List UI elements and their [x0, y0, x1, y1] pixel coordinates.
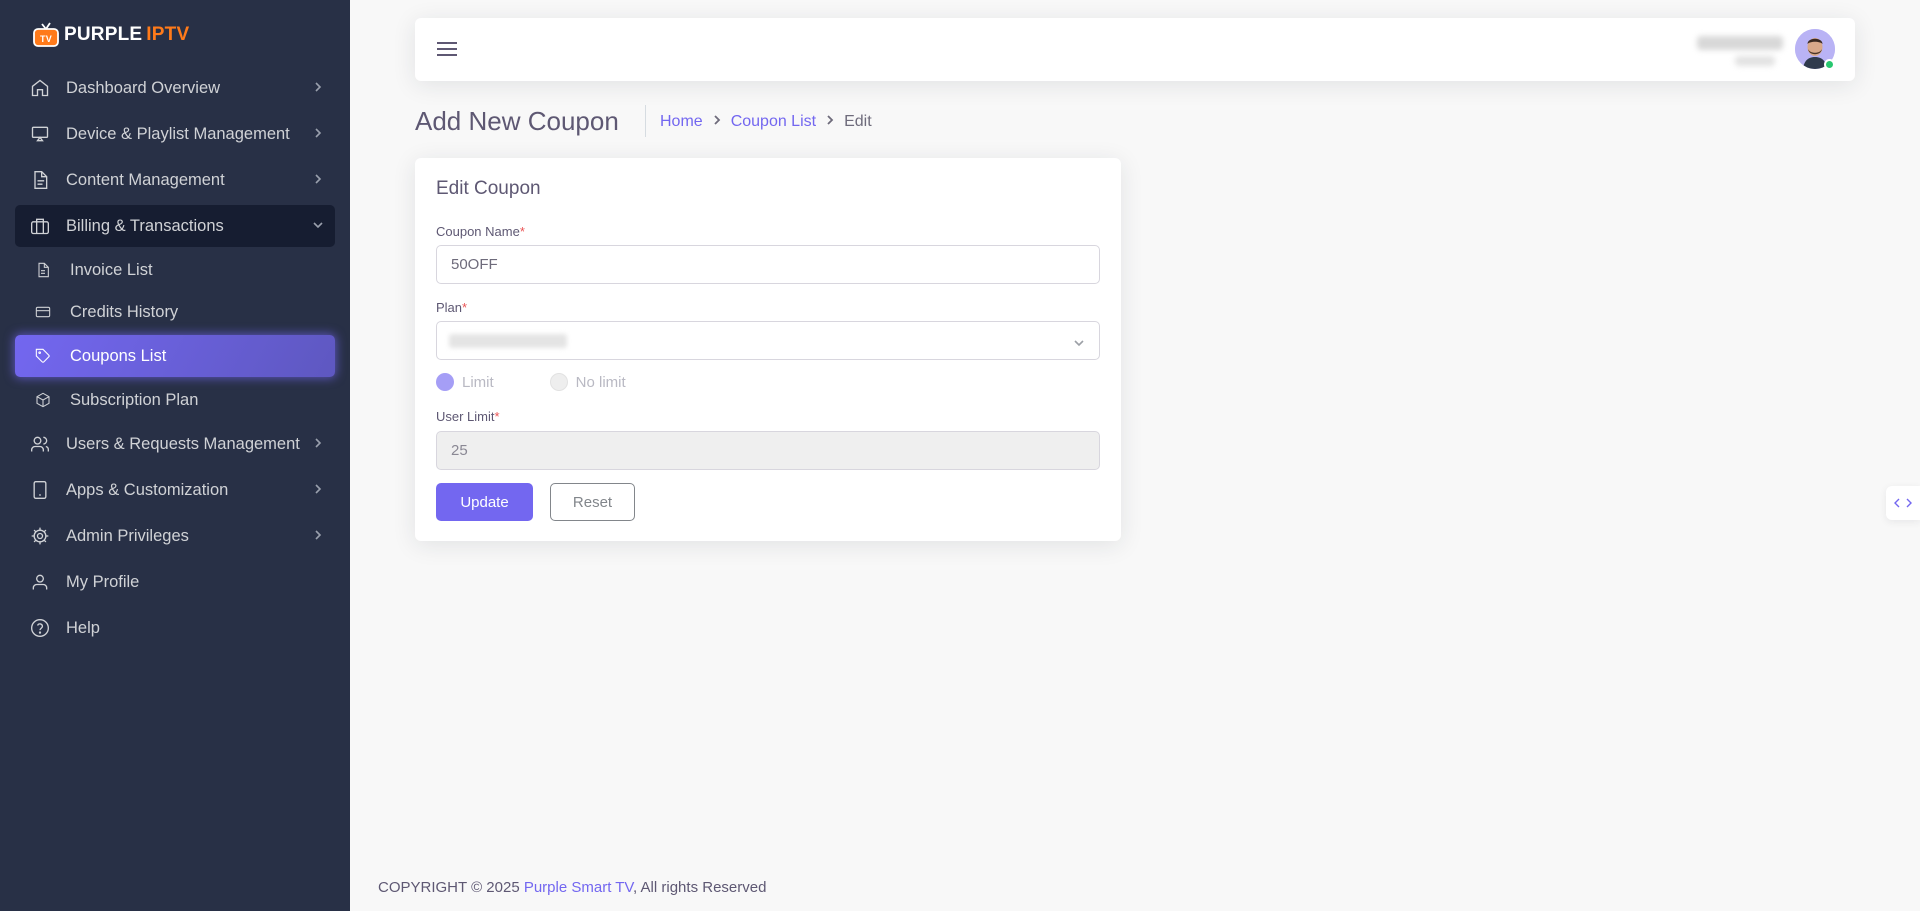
sidebar-subitem-credits-history[interactable]: Credits History	[15, 293, 335, 331]
footer: COPYRIGHT © 2025 Purple Smart TV, All ri…	[378, 879, 766, 896]
sidebar-item-label: Device & Playlist Management	[66, 124, 290, 143]
plan-select-value-redacted	[449, 334, 567, 348]
title-divider	[645, 105, 646, 137]
breadcrumb-coupon-list[interactable]: Coupon List	[731, 113, 816, 131]
home-icon	[29, 77, 51, 99]
radio-limit-selected[interactable]	[436, 373, 454, 391]
user-icon	[29, 571, 51, 593]
sidebar-item-label: Dashboard Overview	[66, 78, 221, 97]
required-mark: *	[519, 224, 525, 239]
required-mark: *	[462, 300, 468, 315]
briefcase-icon	[29, 215, 51, 237]
code-icon	[1894, 498, 1912, 508]
users-icon	[29, 433, 51, 455]
svg-text:TV: TV	[40, 34, 52, 44]
settings-icon	[29, 525, 51, 547]
plan-label: Plan*	[436, 300, 467, 315]
sidebar-item-label: Apps & Customization	[66, 480, 229, 499]
coupon-name-label-text: Coupon Name	[436, 224, 520, 239]
sidebar-item-label: Admin Privileges	[66, 526, 189, 545]
breadcrumb-current: Edit	[844, 113, 872, 130]
sidebar-subitem-label: Credits History	[70, 302, 179, 321]
radio-limit-label: Limit	[462, 373, 494, 391]
sidebar-item-dashboard-overview[interactable]: Dashboard Overview	[15, 67, 335, 109]
file-icon	[34, 261, 52, 279]
plan-select[interactable]	[436, 321, 1100, 360]
chevron-down-icon	[311, 218, 325, 232]
chevron-right-icon	[311, 126, 325, 140]
sidebar-item-label: Users & Requests Management	[66, 434, 300, 453]
online-status-dot	[1824, 59, 1835, 70]
chevron-right-icon	[311, 528, 325, 542]
sidebar-subitem-subscription-plan[interactable]: Subscription Plan	[15, 381, 335, 419]
radio-limit[interactable]: Limit	[436, 373, 494, 391]
chevron-right-icon	[311, 436, 325, 450]
sidebar-subitem-invoice-list[interactable]: Invoice List	[15, 251, 335, 289]
sidebar-item-device-playlist-management[interactable]: Device & Playlist Management	[15, 113, 335, 155]
plan-label-text: Plan	[436, 300, 463, 315]
sidebar-nav: Dashboard Overview Device & Playlist Man…	[15, 67, 335, 653]
sidebar-item-label: Help	[66, 618, 100, 637]
sidebar-subitem-label: Coupons List	[70, 346, 167, 365]
sidebar-item-content-management[interactable]: Content Management	[15, 159, 335, 201]
sidebar-item-apps-customization[interactable]: Apps & Customization	[15, 469, 335, 511]
radio-no-limit-label: No limit	[575, 373, 626, 391]
breadcrumb-home[interactable]: Home	[660, 113, 703, 131]
coupon-name-input[interactable]	[436, 245, 1100, 284]
limit-radio-group: Limit No limit	[436, 373, 682, 391]
sidebar-subitem-label: Invoice List	[70, 260, 153, 279]
sidebar-item-users-requests-management[interactable]: Users & Requests Management	[15, 423, 335, 465]
top-navbar	[415, 18, 1855, 81]
coupon-name-label: Coupon Name*	[436, 224, 525, 239]
brand-name-part1: PURPLE	[64, 24, 143, 45]
sidebar-item-label: Content Management	[66, 170, 225, 189]
edit-coupon-card: Edit Coupon Coupon Name* Plan* Limit No …	[415, 158, 1121, 541]
chevron-down-icon	[1073, 336, 1085, 348]
customizer-toggle[interactable]	[1886, 486, 1920, 520]
user-limit-label-text: User Limit	[436, 409, 495, 424]
credit-card-icon	[34, 303, 52, 321]
user-name-redacted[interactable]	[1697, 36, 1783, 50]
breadcrumb: Home Coupon List Edit	[660, 113, 872, 131]
brand-logo[interactable]: TV PURPLE IPTV	[32, 22, 189, 48]
sidebar-item-billing-transactions[interactable]: Billing & Transactions	[15, 205, 335, 247]
user-role-redacted	[1735, 56, 1775, 66]
reset-button[interactable]: Reset	[550, 483, 635, 521]
chevron-right-icon	[311, 80, 325, 94]
user-limit-label: User Limit*	[436, 409, 500, 424]
radio-no-limit[interactable]: No limit	[549, 373, 626, 391]
page-title: Add New Coupon	[415, 106, 619, 136]
tablet-icon	[29, 479, 51, 501]
sidebar-item-admin-privileges[interactable]: Admin Privileges	[15, 515, 335, 557]
tag-icon	[34, 347, 52, 365]
user-limit-input[interactable]	[436, 431, 1100, 470]
sidebar-item-label: My Profile	[66, 572, 140, 591]
help-circle-icon	[29, 617, 51, 639]
brand-name-part2: IPTV	[146, 24, 190, 45]
package-icon	[34, 391, 52, 409]
chevron-right-icon	[711, 113, 723, 131]
chevron-right-icon	[311, 172, 325, 186]
sidebar-item-label: Billing & Transactions	[66, 216, 224, 235]
card-title: Edit Coupon	[436, 178, 541, 199]
chevron-right-icon	[311, 482, 325, 496]
sidebar-item-help[interactable]: Help	[15, 607, 335, 649]
sidebar-item-my-profile[interactable]: My Profile	[15, 561, 335, 603]
tv-logo-icon: TV	[32, 22, 60, 48]
sidebar-subitem-label: Subscription Plan	[70, 390, 199, 409]
sidebar: TV PURPLE IPTV Dashboard Overview Device…	[0, 0, 350, 911]
file-text-icon	[29, 169, 51, 191]
footer-copyright: COPYRIGHT © 2025	[378, 879, 524, 896]
footer-rights: , All rights Reserved	[633, 879, 767, 896]
required-mark: *	[494, 409, 500, 424]
footer-brand-link[interactable]: Purple Smart TV	[524, 879, 633, 896]
monitor-icon	[29, 123, 51, 145]
menu-icon[interactable]	[435, 38, 461, 60]
chevron-right-icon	[824, 113, 836, 131]
radio-no-limit-unselected[interactable]	[549, 373, 568, 391]
update-button[interactable]: Update	[436, 483, 533, 521]
sidebar-subitem-coupons-list[interactable]: Coupons List	[15, 335, 335, 377]
